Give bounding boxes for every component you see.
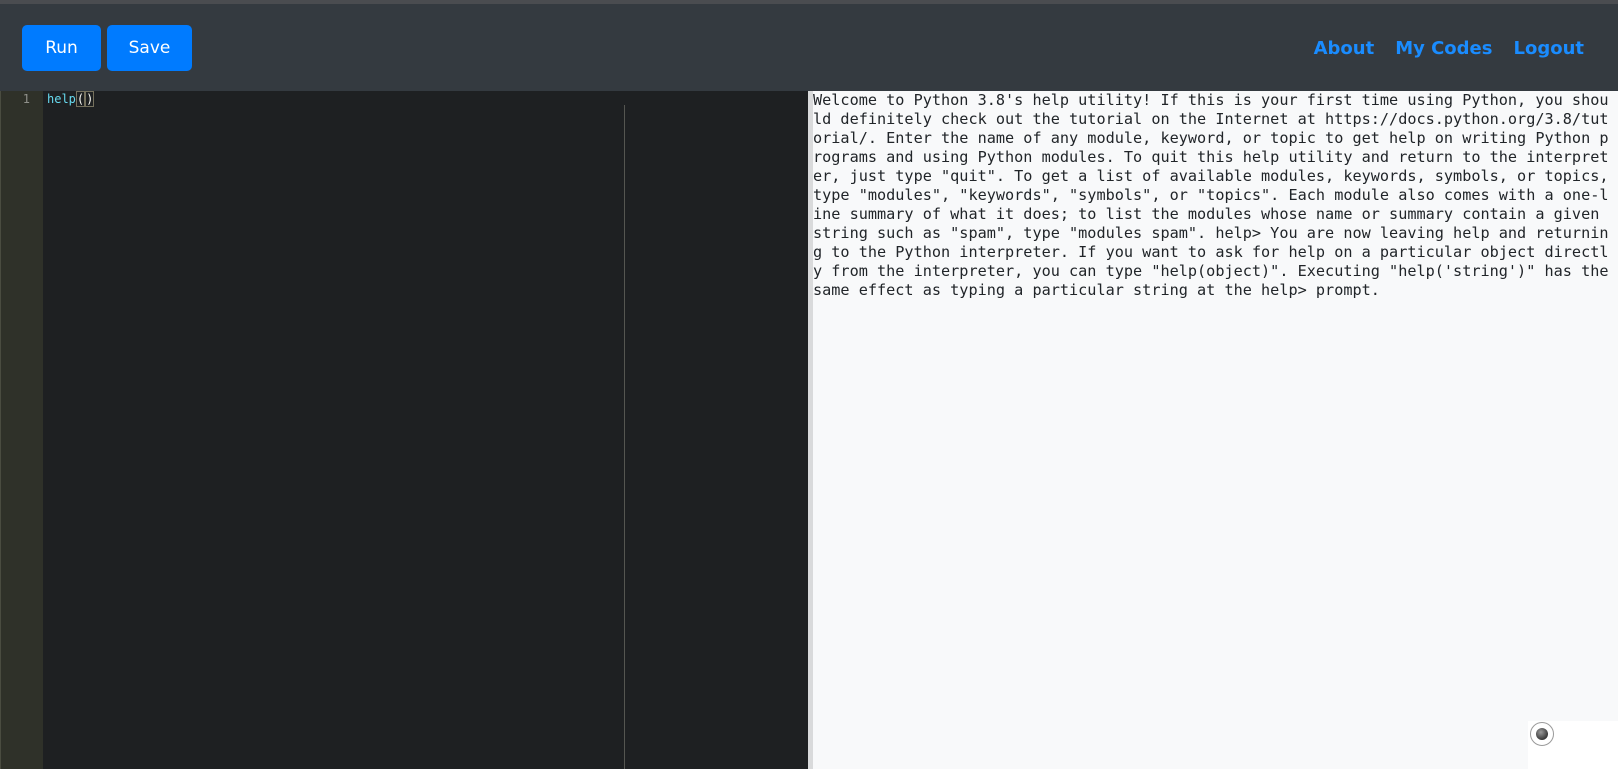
output-text: Welcome to Python 3.8's help utility! If…: [813, 91, 1618, 299]
code-function-token: help: [47, 92, 76, 106]
record-circle-icon-inner: [1536, 728, 1548, 740]
print-margin: [624, 105, 625, 769]
nav-link-my-codes[interactable]: My Codes: [1395, 38, 1492, 59]
record-circle-icon[interactable]: [1530, 722, 1554, 746]
code-line[interactable]: help(): [47, 91, 95, 107]
line-number: 1: [22, 92, 30, 106]
nav-link-logout[interactable]: Logout: [1513, 38, 1584, 59]
active-line-highlight: [43, 91, 808, 107]
code-editor[interactable]: 1 help(): [0, 91, 808, 769]
editor-gutter: 1: [0, 91, 43, 769]
navbar: Run Save About My Codes Logout: [0, 4, 1618, 91]
run-button[interactable]: Run: [22, 25, 101, 71]
code-open-paren: (: [75, 91, 86, 107]
save-button[interactable]: Save: [107, 25, 192, 71]
gutter-edge: [0, 91, 1, 769]
code-close-paren: ): [85, 91, 95, 107]
nav-links: About My Codes Logout: [1314, 38, 1584, 59]
output-panel: Welcome to Python 3.8's help utility! If…: [813, 91, 1618, 769]
nav-link-about[interactable]: About: [1314, 38, 1375, 59]
